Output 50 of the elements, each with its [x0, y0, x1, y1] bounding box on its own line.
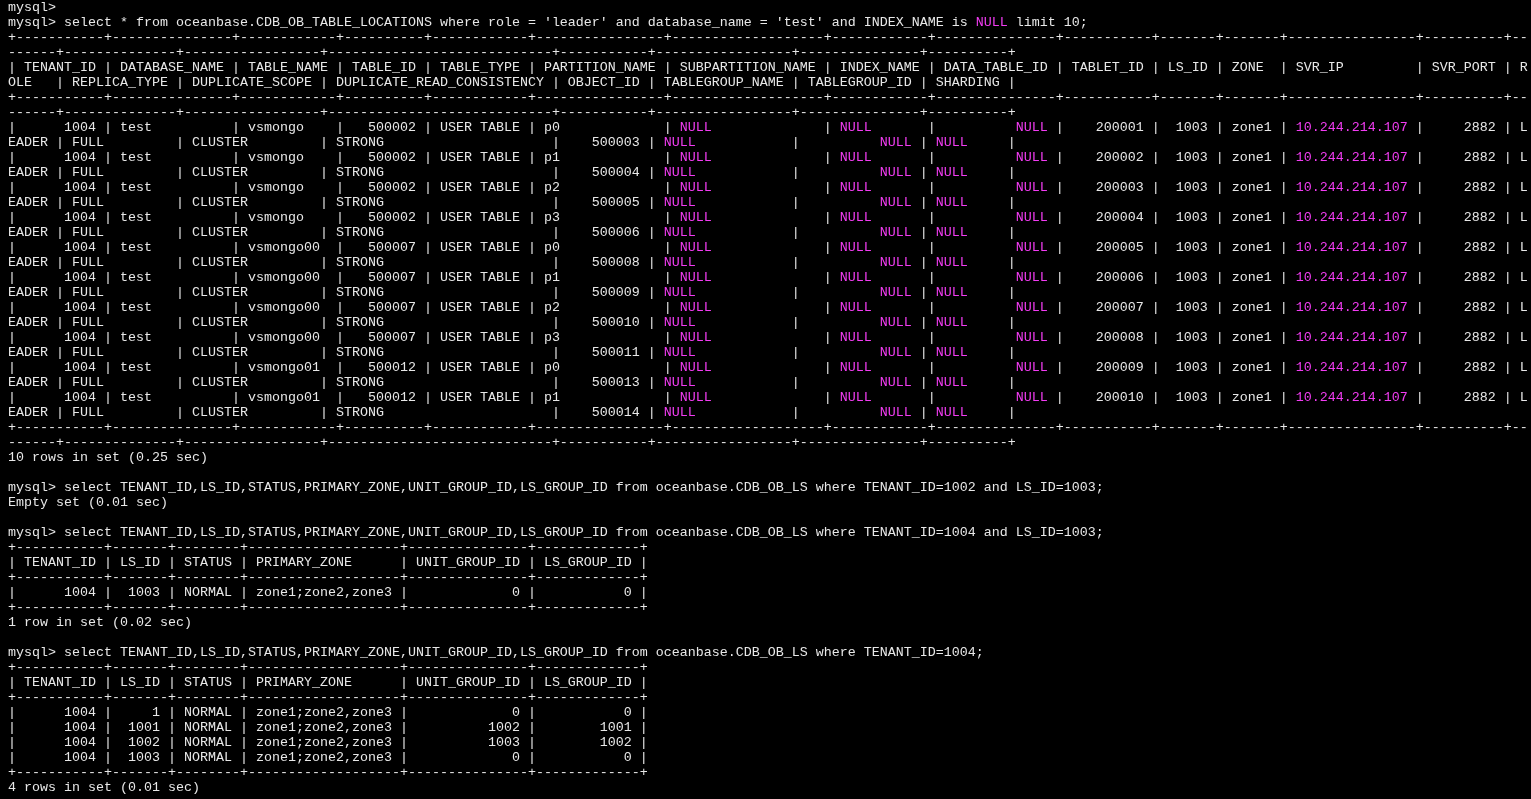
terminal-line: | 1004 | test | vsmongo | 500002 | USER TABLE | p0 | NULL | NULL | NULL | 200001 | 1003 | zone1 | 10.244.214.107 | 2882 | L: [8, 120, 1528, 135]
terminal-line: +-----------+---------------+------------+----------+------------+----------------+-------------------+------------+---------------+-----------+-------+-------+----------------+----------+--: [8, 90, 1528, 105]
terminal-line: EADER | FULL | CLUSTER | STRONG | 500004 | NULL | NULL | NULL |: [8, 165, 1016, 180]
terminal-line: 1 row in set (0.02 sec): [8, 615, 192, 630]
terminal-line: EADER | FULL | CLUSTER | STRONG | 500011 | NULL | NULL | NULL |: [8, 345, 1016, 360]
terminal-line: | 1004 | test | vsmongo | 500002 | USER TABLE | p2 | NULL | NULL | NULL | 200003 | 1003 | zone1 | 10.244.214.107 | 2882 | L: [8, 180, 1528, 195]
terminal-line: Empty set (0.01 sec): [8, 495, 168, 510]
terminal-line: mysql> select TENANT_ID,LS_ID,STATUS,PRIMARY_ZONE,UNIT_GROUP_ID,LS_GROUP_ID from oceanbase.CDB_OB_LS where TENANT_ID=1004;: [8, 645, 984, 660]
terminal-line: mysql>: [8, 0, 56, 15]
terminal-line: | TENANT_ID | DATABASE_NAME | TABLE_NAME | TABLE_ID | TABLE_TYPE | PARTITION_NAME | SUBPARTITION_NAME | INDEX_NAME | DATA_TABLE_ID | TABLET_ID | LS_ID | ZONE | SVR_IP | SVR_PORT | R: [8, 60, 1528, 75]
terminal-line: +-----------+-------+--------+-------------------+---------------+-------------+: [8, 690, 648, 705]
terminal-line: | 1004 | 1003 | NORMAL | zone1;zone2,zone3 | 0 | 0 |: [8, 750, 648, 765]
terminal-line: | 1004 | test | vsmongo00 | 500007 | USER TABLE | p3 | NULL | NULL | NULL | 200008 | 1003 | zone1 | 10.244.214.107 | 2882 | L: [8, 330, 1528, 345]
terminal-line: EADER | FULL | CLUSTER | STRONG | 500013 | NULL | NULL | NULL |: [8, 375, 1016, 390]
terminal-line: EADER | FULL | CLUSTER | STRONG | 500006 | NULL | NULL | NULL |: [8, 225, 1016, 240]
terminal-line: mysql> select TENANT_ID,LS_ID,STATUS,PRIMARY_ZONE,UNIT_GROUP_ID,LS_GROUP_ID from oceanbase.CDB_OB_LS where TENANT_ID=1002 and LS_ID=1003;: [8, 480, 1104, 495]
terminal-line: | 1004 | test | vsmongo00 | 500007 | USER TABLE | p2 | NULL | NULL | NULL | 200007 | 1003 | zone1 | 10.244.214.107 | 2882 | L: [8, 300, 1528, 315]
terminal-line: EADER | FULL | CLUSTER | STRONG | 500008 | NULL | NULL | NULL |: [8, 255, 1016, 270]
terminal-line: ------+--------------+-----------------+----------------------------+-----------+-----------------+---------------+----------+: [8, 45, 1016, 60]
terminal-line: EADER | FULL | CLUSTER | STRONG | 500003 | NULL | NULL | NULL |: [8, 135, 1016, 150]
terminal-line: ------+--------------+-----------------+----------------------------+-----------+-----------------+---------------+----------+: [8, 435, 1016, 450]
terminal-line: | 1004 | test | vsmongo01 | 500012 | USER TABLE | p0 | NULL | NULL | NULL | 200009 | 1003 | zone1 | 10.244.214.107 | 2882 | L: [8, 360, 1528, 375]
terminal-line: 4 rows in set (0.01 sec): [8, 780, 200, 795]
terminal-line: | 1004 | test | vsmongo00 | 500007 | USER TABLE | p0 | NULL | NULL | NULL | 200005 | 1003 | zone1 | 10.244.214.107 | 2882 | L: [8, 240, 1528, 255]
terminal-line: +-----------+---------------+------------+----------+------------+----------------+-------------------+------------+---------------+-----------+-------+-------+----------------+----------+--: [8, 30, 1528, 45]
terminal-line: | TENANT_ID | LS_ID | STATUS | PRIMARY_ZONE | UNIT_GROUP_ID | LS_GROUP_ID |: [8, 675, 648, 690]
terminal-line: +-----------+-------+--------+-------------------+---------------+-------------+: [8, 600, 648, 615]
terminal-line: +-----------+-------+--------+-------------------+---------------+-------------+: [8, 570, 648, 585]
terminal-line: +-----------+-------+--------+-------------------+---------------+-------------+: [8, 765, 648, 780]
terminal-line: EADER | FULL | CLUSTER | STRONG | 500014 | NULL | NULL | NULL |: [8, 405, 1016, 420]
terminal-line: | 1004 | 1001 | NORMAL | zone1;zone2,zone3 | 1002 | 1001 |: [8, 720, 648, 735]
terminal-line: | 1004 | test | vsmongo | 500002 | USER TABLE | p3 | NULL | NULL | NULL | 200004 | 1003 | zone1 | 10.244.214.107 | 2882 | L: [8, 210, 1528, 225]
terminal-line: EADER | FULL | CLUSTER | STRONG | 500009 | NULL | NULL | NULL |: [8, 285, 1016, 300]
terminal-line: | TENANT_ID | LS_ID | STATUS | PRIMARY_ZONE | UNIT_GROUP_ID | LS_GROUP_ID |: [8, 555, 648, 570]
terminal-line: | 1004 | 1003 | NORMAL | zone1;zone2,zone3 | 0 | 0 |: [8, 585, 648, 600]
terminal-line: mysql> select * from oceanbase.CDB_OB_TABLE_LOCATIONS where role = 'leader' and database_name = 'test' and INDEX_NAME is NULL limit 10;: [8, 15, 1088, 30]
terminal-line: OLE | REPLICA_TYPE | DUPLICATE_SCOPE | DUPLICATE_READ_CONSISTENCY | OBJECT_ID | TABLEGROUP_NAME | TABLEGROUP_ID | SHARDING |: [8, 75, 1016, 90]
terminal-line: +-----------+-------+--------+-------------------+---------------+-------------+: [8, 660, 648, 675]
terminal-line: EADER | FULL | CLUSTER | STRONG | 500005 | NULL | NULL | NULL |: [8, 195, 1016, 210]
terminal-line: | 1004 | 1002 | NORMAL | zone1;zone2,zone3 | 1003 | 1002 |: [8, 735, 648, 750]
terminal-line: 10 rows in set (0.25 sec): [8, 450, 208, 465]
terminal-line: +-----------+-------+--------+-------------------+---------------+-------------+: [8, 540, 648, 555]
terminal-line: | 1004 | 1 | NORMAL | zone1;zone2,zone3 | 0 | 0 |: [8, 705, 648, 720]
terminal-line: +-----------+---------------+------------+----------+------------+----------------+-------------------+------------+---------------+-----------+-------+-------+----------------+----------+--: [8, 420, 1528, 435]
terminal-line: | 1004 | test | vsmongo00 | 500007 | USER TABLE | p1 | NULL | NULL | NULL | 200006 | 1003 | zone1 | 10.244.214.107 | 2882 | L: [8, 270, 1528, 285]
terminal-line: mysql> select TENANT_ID,LS_ID,STATUS,PRIMARY_ZONE,UNIT_GROUP_ID,LS_GROUP_ID from oceanbase.CDB_OB_LS where TENANT_ID=1004 and LS_ID=1003;: [8, 525, 1104, 540]
terminal-line: | 1004 | test | vsmongo01 | 500012 | USER TABLE | p1 | NULL | NULL | NULL | 200010 | 1003 | zone1 | 10.244.214.107 | 2882 | L: [8, 390, 1528, 405]
terminal-line: EADER | FULL | CLUSTER | STRONG | 500010 | NULL | NULL | NULL |: [8, 315, 1016, 330]
terminal-line: ------+--------------+-----------------+----------------------------+-----------+-----------------+---------------+----------+: [8, 105, 1016, 120]
terminal-line: | 1004 | test | vsmongo | 500002 | USER TABLE | p1 | NULL | NULL | NULL | 200002 | 1003 | zone1 | 10.244.214.107 | 2882 | L: [8, 150, 1528, 165]
